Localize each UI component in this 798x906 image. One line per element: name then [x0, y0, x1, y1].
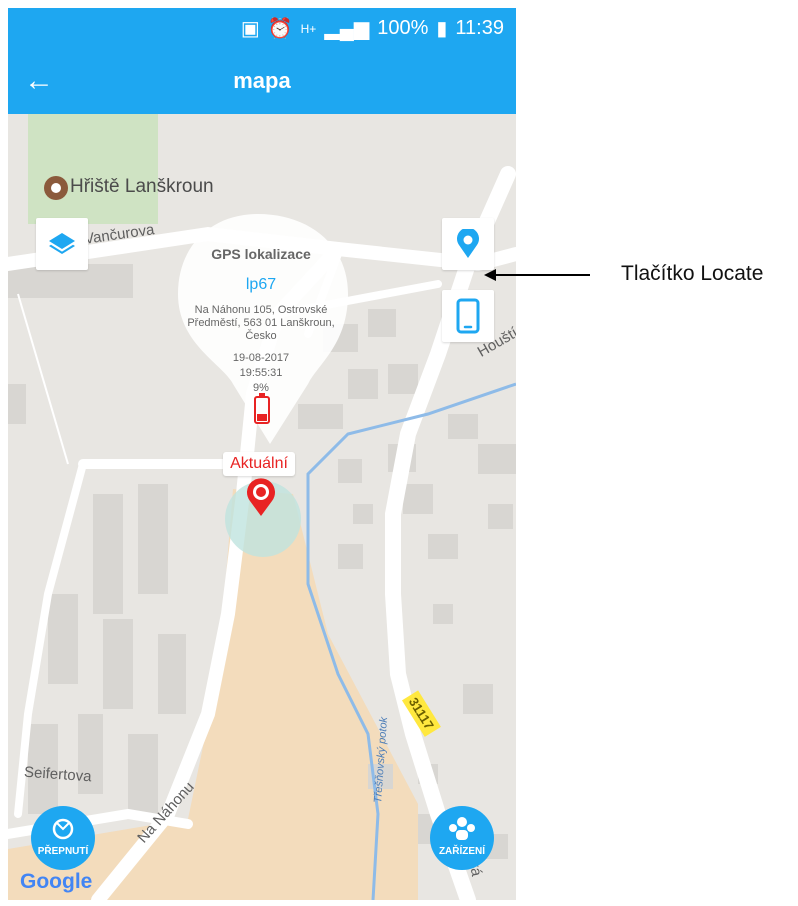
current-location-label: Aktuální — [223, 452, 295, 476]
popup-address: Na Náhonu 105, Ostrovské Předměstí, 563 … — [187, 304, 335, 342]
layers-button[interactable] — [36, 218, 88, 270]
devices-button-label: ZAŘÍZENÍ — [438, 846, 486, 857]
locate-button[interactable] — [442, 218, 494, 270]
map-view[interactable]: Hřiště Lanškroun Vančurova Seifertova Na… — [8, 114, 516, 900]
signal-icon: ▂▄▆ — [324, 18, 370, 40]
phone-button[interactable] — [442, 290, 494, 342]
popup-title: GPS lokalizace — [211, 246, 311, 262]
annotation-arrow — [484, 269, 590, 281]
battery-percent: 100% — [377, 17, 429, 39]
watch-icon — [52, 818, 74, 840]
switch-button[interactable]: PŘEPNUTÍ — [31, 806, 95, 870]
network-hplus-icon: H+ — [300, 21, 317, 36]
app-bar: ← mapa — [8, 50, 516, 114]
park-area — [28, 114, 158, 224]
location-pin-icon — [457, 229, 479, 258]
popup-device-name: lp67 — [245, 276, 277, 293]
phone-screen: ▣ ⏰ H+ ▂▄▆ 100% ▮ 11:39 ← mapa Hřiště La… — [8, 8, 516, 900]
switch-button-label: PŘEPNUTÍ — [37, 846, 89, 857]
battery-icon: ▮ — [436, 18, 448, 40]
status-icons: ▣ ⏰ H+ ▂▄▆ 100% ▮ 11:39 — [241, 16, 504, 41]
layers-icon — [49, 233, 75, 254]
phone-icon — [456, 298, 480, 334]
google-attribution: Google — [20, 870, 92, 894]
status-time: 11:39 — [455, 17, 504, 39]
alarm-icon: ⏰ — [267, 18, 293, 40]
poi-marker-icon — [44, 176, 68, 200]
group-icon — [449, 817, 475, 840]
devices-button[interactable]: ZAŘÍZENÍ — [430, 806, 494, 870]
popup-battery: 9% — [253, 382, 269, 394]
popup-time: 19:55:31 — [239, 367, 283, 379]
annotation-label: Tlačítko Locate — [621, 262, 764, 285]
status-bar: ▣ ⏰ H+ ▂▄▆ 100% ▮ 11:39 — [8, 8, 516, 50]
poi-label: Hřiště Lanškroun — [70, 176, 214, 197]
page-title: mapa — [233, 68, 291, 93]
google-logo-text: Google — [20, 870, 93, 893]
popup-date: 19-08-2017 — [232, 352, 290, 364]
cast-icon: ▣ — [240, 18, 260, 40]
